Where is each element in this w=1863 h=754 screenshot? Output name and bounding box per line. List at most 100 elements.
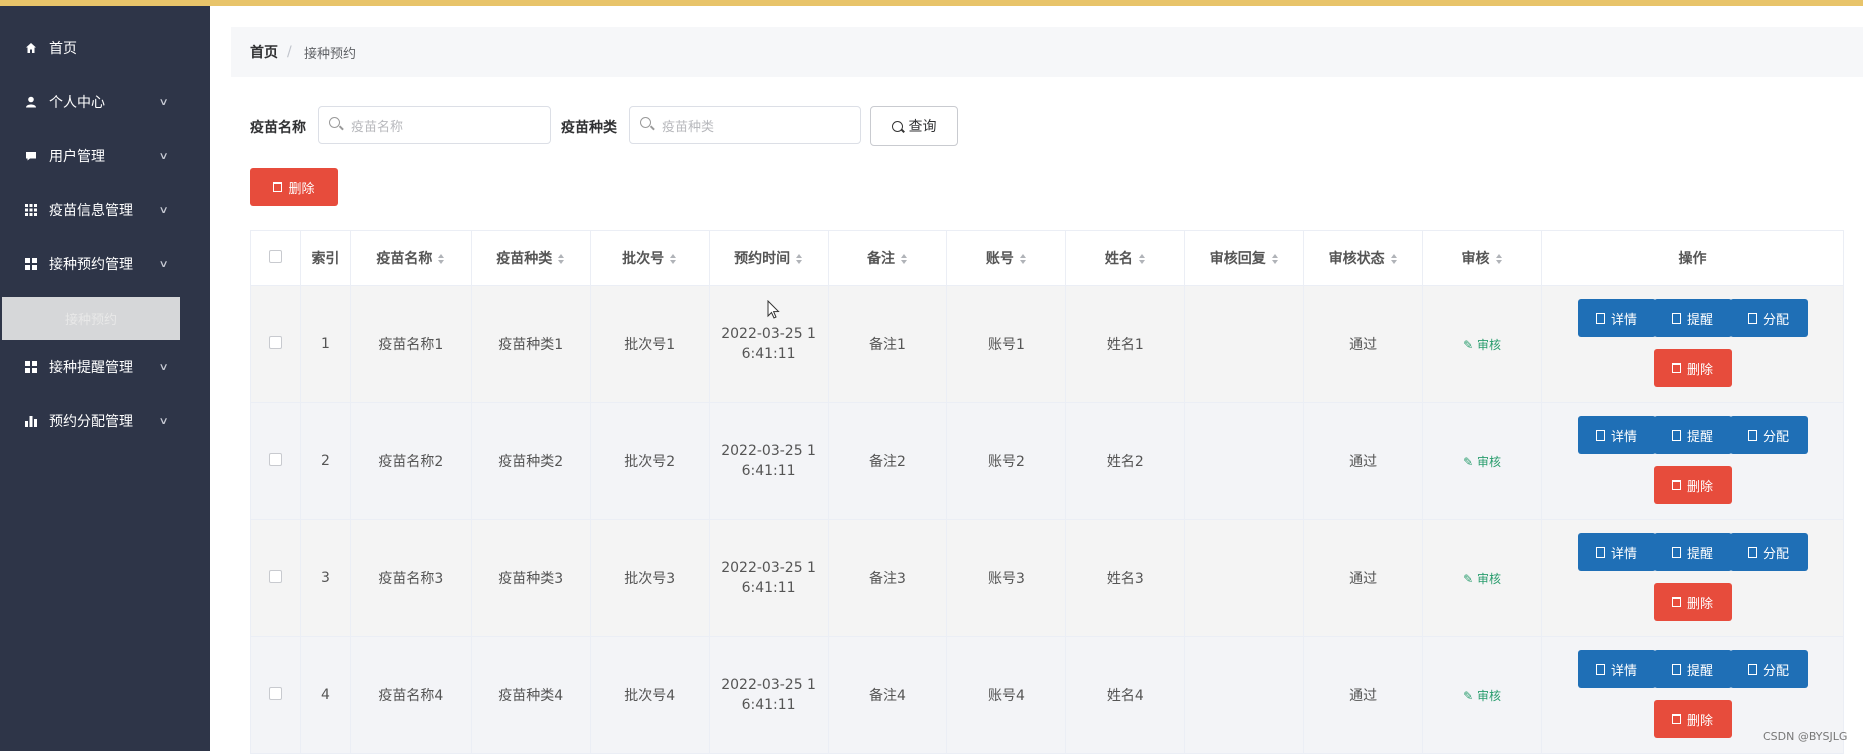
sort-icon[interactable]	[1138, 253, 1146, 265]
remind-button[interactable]: 提醒	[1653, 416, 1732, 454]
sidebar-item-label: 接种预约管理	[49, 257, 133, 273]
cell-audit-reply	[1184, 519, 1305, 637]
sidebar-item-user-management[interactable]: 用户管理 ∨	[0, 129, 210, 183]
sort-icon[interactable]	[901, 253, 908, 265]
sort-icon[interactable]	[670, 253, 677, 265]
breadcrumb-current: 接种预约	[304, 46, 357, 62]
query-button[interactable]: 查询	[870, 106, 958, 146]
table-row: 1 疫苗名称1 疫苗种类1 批次号1 2022-03-25 1 6:41:11 备注1 账号1…	[250, 285, 1844, 403]
cell-account: 账号3	[946, 519, 1067, 637]
sort-icon[interactable]	[1495, 253, 1503, 265]
cell-audit-reply	[1184, 402, 1305, 520]
document-icon	[1747, 663, 1757, 675]
batch-delete-button[interactable]: 删除	[250, 168, 338, 206]
assign-button[interactable]: 分配	[1729, 416, 1808, 454]
header-vaccine-type[interactable]: 疫苗种类	[470, 230, 591, 286]
cell-audit-reply	[1184, 285, 1305, 403]
cell-note: 备注3	[827, 519, 948, 637]
document-icon	[1595, 546, 1605, 558]
cell-batch-number: 批次号3	[589, 519, 710, 637]
cell-name: 姓名4	[1065, 636, 1186, 754]
sort-icon[interactable]	[1390, 253, 1398, 265]
document-icon	[1671, 546, 1681, 558]
detail-button[interactable]: 详情	[1577, 533, 1656, 571]
sort-icon[interactable]	[558, 253, 565, 265]
header-note[interactable]: 备注	[827, 230, 948, 286]
row-checkbox[interactable]	[268, 569, 282, 583]
header-actions: 操作	[1541, 230, 1844, 286]
vaccine-name-field[interactable]	[318, 106, 551, 144]
assign-button[interactable]: 分配	[1729, 533, 1808, 571]
vaccine-type-field[interactable]	[629, 106, 861, 144]
detail-button[interactable]: 详情	[1577, 650, 1656, 688]
watermark: CSDN @BYSJLG	[1763, 730, 1848, 743]
search-icon	[891, 120, 903, 132]
cell-note: 备注4	[827, 636, 948, 754]
cell-note: 备注1	[827, 285, 948, 403]
row-checkbox[interactable]	[268, 335, 282, 349]
audit-link[interactable]: ✎ 审核	[1463, 455, 1501, 469]
sidebar-item-allocation-management[interactable]: 预约分配管理 ∨	[0, 394, 210, 448]
cell-index: 1	[299, 285, 351, 403]
audit-link[interactable]: ✎ 审核	[1463, 572, 1501, 586]
detail-button[interactable]: 详情	[1577, 299, 1656, 337]
sort-icon[interactable]	[1019, 253, 1027, 265]
sidebar-subitem-appointment[interactable]: 接种预约	[2, 297, 180, 340]
header-audit-status[interactable]: 审核状态	[1303, 230, 1424, 286]
select-all-checkbox[interactable]	[268, 249, 282, 263]
sidebar-item-vaccine-info[interactable]: 疫苗信息管理 ∨	[0, 183, 210, 237]
cell-audit-status: 通过	[1303, 402, 1424, 520]
apps-icon	[24, 257, 38, 271]
trash-icon	[1671, 714, 1681, 724]
apps-icon	[24, 360, 38, 374]
delete-button[interactable]: 删除	[1653, 349, 1732, 387]
cell-audit-status: 通过	[1303, 636, 1424, 754]
delete-button[interactable]: 删除	[1653, 583, 1732, 621]
breadcrumb-home[interactable]: 首页	[250, 42, 278, 62]
sidebar-item-personal-center[interactable]: 个人中心 ∨	[0, 75, 210, 129]
chevron-down-icon: ∨	[158, 415, 169, 427]
cell-actions: 详情 提醒 分配 删除	[1541, 519, 1844, 637]
header-index: 索引	[299, 230, 351, 286]
sort-icon[interactable]	[796, 253, 803, 265]
header-account[interactable]: 账号	[946, 230, 1067, 286]
vaccine-name-input[interactable]	[349, 115, 533, 137]
vaccine-type-label: 疫苗种类	[561, 120, 617, 136]
row-actions: 详情 提醒 分配 删除	[1567, 286, 1819, 402]
vaccine-type-input[interactable]	[660, 115, 844, 137]
audit-link[interactable]: ✎ 审核	[1463, 338, 1501, 352]
cell-vaccine-type: 疫苗种类2	[470, 402, 591, 520]
header-name[interactable]: 姓名	[1065, 230, 1186, 286]
assign-button[interactable]: 分配	[1729, 650, 1808, 688]
sidebar-item-home[interactable]: 首页	[0, 21, 210, 75]
sort-icon[interactable]	[1271, 253, 1279, 265]
table-row: 2 疫苗名称2 疫苗种类2 批次号2 2022-03-25 1 6:41:11 备注2 账号2…	[250, 402, 1844, 520]
remind-button[interactable]: 提醒	[1653, 533, 1732, 571]
row-checkbox[interactable]	[268, 686, 282, 700]
header-appointment-time[interactable]: 预约时间	[708, 230, 829, 286]
edit-icon: ✎	[1463, 337, 1474, 352]
detail-button[interactable]: 详情	[1577, 416, 1656, 454]
edit-icon: ✎	[1463, 571, 1474, 586]
sidebar-item-label: 预约分配管理	[49, 414, 133, 430]
cell-audit: ✎ 审核	[1422, 636, 1542, 754]
audit-link[interactable]: ✎ 审核	[1463, 689, 1501, 703]
delete-button[interactable]: 删除	[1653, 466, 1732, 504]
row-checkbox[interactable]	[268, 452, 282, 466]
header-vaccine-name[interactable]: 疫苗名称	[349, 230, 472, 286]
remind-button[interactable]: 提醒	[1653, 299, 1732, 337]
sidebar-item-label: 首页	[49, 41, 77, 57]
header-audit[interactable]: 审核	[1422, 230, 1542, 286]
header-batch-number[interactable]: 批次号	[589, 230, 710, 286]
cell-account: 账号4	[946, 636, 1067, 754]
sidebar-item-reminder-management[interactable]: 接种提醒管理 ∨	[0, 340, 210, 394]
sidebar-item-appointment-management[interactable]: 接种预约管理 ∨	[0, 237, 210, 291]
sort-icon[interactable]	[438, 253, 445, 265]
delete-button[interactable]: 删除	[1653, 700, 1732, 738]
breadcrumb: 首页 / 接种预约	[231, 27, 1863, 77]
cell-batch-number: 批次号2	[589, 402, 710, 520]
assign-button[interactable]: 分配	[1729, 299, 1808, 337]
remind-button[interactable]: 提醒	[1653, 650, 1732, 688]
cell-batch-number: 批次号1	[589, 285, 710, 403]
header-audit-reply[interactable]: 审核回复	[1184, 230, 1305, 286]
